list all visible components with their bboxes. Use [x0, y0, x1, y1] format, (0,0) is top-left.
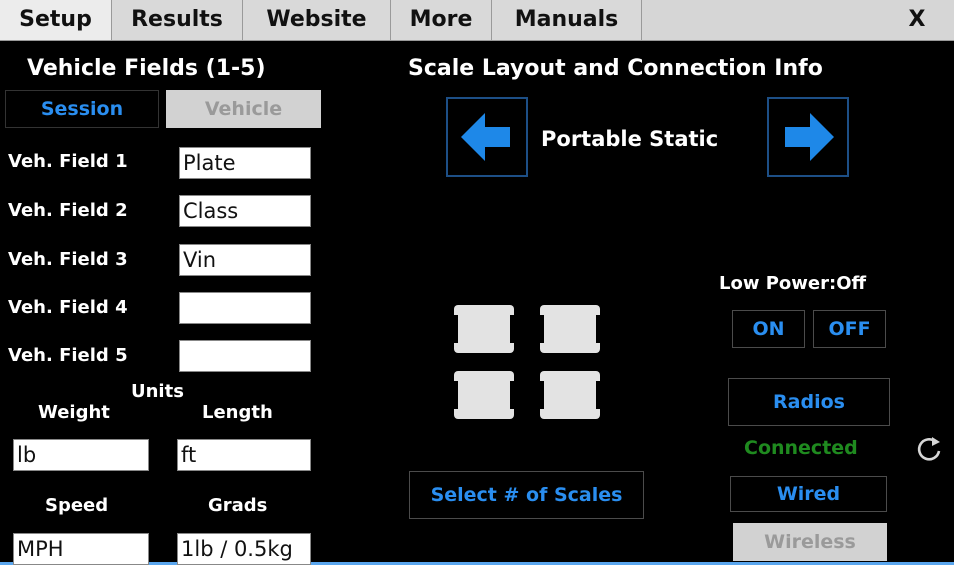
veh-field-4-label: Veh. Field 4	[8, 297, 128, 318]
previous-layout-button[interactable]	[446, 97, 528, 177]
tab-website[interactable]: Website	[243, 0, 391, 40]
close-button[interactable]: X	[880, 0, 954, 40]
connection-status: Connected	[744, 437, 858, 459]
speed-unit-input[interactable]: MPH	[13, 533, 149, 565]
veh-field-5-input[interactable]	[179, 340, 311, 372]
next-layout-button[interactable]	[767, 97, 849, 177]
speed-label: Speed	[45, 495, 109, 516]
scale-4-icon	[538, 371, 602, 419]
veh-field-1-label: Veh. Field 1	[8, 151, 128, 172]
veh-field-3-input[interactable]: Vin	[179, 244, 311, 276]
arrow-left-icon	[461, 113, 510, 161]
veh-field-4-input[interactable]	[179, 292, 311, 324]
vehicle-button[interactable]: Vehicle	[166, 90, 321, 128]
tab-manuals[interactable]: Manuals	[492, 0, 642, 40]
veh-field-2-input[interactable]: Class	[179, 195, 311, 227]
low-power-on-button[interactable]: ON	[732, 310, 805, 348]
low-power-off-button[interactable]: OFF	[813, 310, 886, 348]
session-button[interactable]: Session	[5, 90, 159, 128]
layout-name: Portable Static	[541, 127, 719, 151]
tab-bar: Setup Results Website More Manuals X	[0, 0, 954, 41]
length-label: Length	[202, 402, 273, 423]
scale-3-icon	[452, 371, 516, 419]
app-window: Setup Results Website More Manuals X Veh…	[0, 0, 954, 565]
vehicle-fields-heading: Vehicle Fields (1-5)	[27, 56, 266, 81]
scale-1-icon	[452, 305, 516, 353]
weight-label: Weight	[38, 402, 110, 423]
tab-more[interactable]: More	[391, 0, 492, 40]
low-power-label: Low Power:Off	[719, 273, 867, 294]
veh-field-1-input[interactable]: Plate	[179, 147, 311, 179]
wireless-button[interactable]: Wireless	[733, 523, 887, 561]
veh-field-3-label: Veh. Field 3	[8, 249, 128, 270]
length-unit-input[interactable]: ft	[177, 439, 311, 471]
veh-field-2-label: Veh. Field 2	[8, 200, 128, 221]
tab-results[interactable]: Results	[112, 0, 243, 40]
radios-button[interactable]: Radios	[728, 378, 890, 426]
scale-2-icon	[538, 305, 602, 353]
grads-input[interactable]: 1lb / 0.5kg	[177, 533, 311, 565]
scale-layout-heading: Scale Layout and Connection Info	[408, 56, 823, 81]
refresh-icon[interactable]	[913, 433, 945, 469]
grads-label: Grads	[208, 495, 268, 516]
veh-field-5-label: Veh. Field 5	[8, 345, 128, 366]
units-label: Units	[131, 381, 184, 402]
arrow-right-icon	[785, 113, 834, 161]
weight-unit-input[interactable]: lb	[13, 439, 149, 471]
select-scales-button[interactable]: Select # of Scales	[409, 471, 644, 519]
wired-button[interactable]: Wired	[730, 476, 887, 512]
tab-setup[interactable]: Setup	[0, 0, 112, 40]
